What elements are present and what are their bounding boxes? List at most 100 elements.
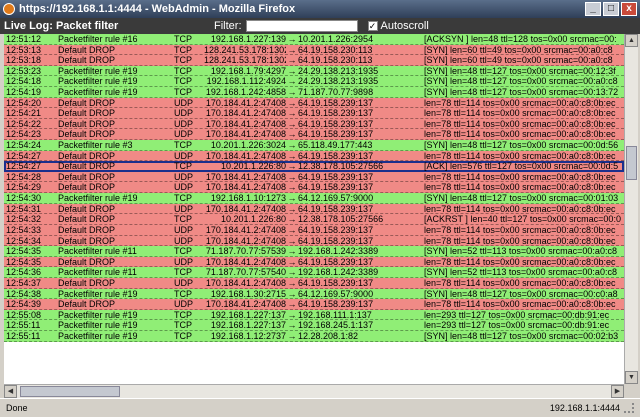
autoscroll-toggle[interactable]: ✓ Autoscroll — [367, 20, 429, 32]
log-row[interactable]: 12:54:36 Packetfilter rule #11 TCP 71.187.7… — [4, 267, 624, 278]
status-server-address: 192.168.1.1:4444 — [549, 403, 620, 413]
window-title: https://192.168.1.1:4444 - WebAdmin - Mo… — [19, 3, 296, 15]
filter-input[interactable] — [245, 20, 358, 32]
log-protocol: TCP — [174, 65, 192, 76]
log-row[interactable]: 12:53:18 Default DROP TCP 128.241.53.178:13… — [4, 55, 624, 66]
close-button[interactable]: x — [621, 2, 637, 16]
arrow-icon: → — [287, 235, 297, 246]
log-rule: Packetfilter rule #19 — [58, 330, 138, 341]
log-row[interactable]: 12:54:30 Packetfilter rule #19 TCP 192.168.… — [4, 193, 624, 204]
log-row[interactable]: 12:54:39 Default DROP UDP 170.184.41.2:4740… — [4, 299, 624, 310]
log-source: 170.184.41.2:47408 — [205, 224, 286, 235]
arrow-icon: → — [287, 193, 297, 204]
log-rule: Packetfilter rule #11 — [58, 246, 137, 257]
log-row[interactable]: 12:54:21 Default DROP UDP 170.184.41.2:4740… — [4, 108, 624, 119]
log-row[interactable]: 12:54:27 Default DROP TCP 10.201.1.226:80 → 1… — [4, 161, 624, 172]
horizontal-scrollbar[interactable]: ◀ ▶ — [4, 384, 624, 398]
log-row[interactable]: 12:54:29 Default DROP UDP 170.184.41.2:4740… — [4, 182, 624, 194]
log-row[interactable]: 12:53:13 Default DROP TCP 128.241.53.178:13… — [4, 44, 624, 56]
log-info: [SYN] len=60 ttl=49 tos=0x00 srcmac=00:a… — [424, 55, 613, 66]
log-toolbar: Live Log: Packet filter Filter: ✓ Autosc… — [0, 18, 640, 34]
log-row[interactable]: 12:54:20 Default DROP UDP 170.184.41.2:4740… — [4, 97, 624, 109]
log-row[interactable]: 12:54:38 Packetfilter rule #19 TCP 192.168.… — [4, 288, 624, 300]
log-table[interactable]: 12:51:12 Packetfilter rule #16 TCP 192.168.… — [4, 34, 624, 384]
log-row[interactable]: 12:55:11 Packetfilter rule #19 TCP 192.168.… — [4, 330, 624, 342]
arrow-icon: → — [287, 246, 297, 257]
log-row[interactable]: 12:55:11 Packetfilter rule #19 TCP 192.168.… — [4, 320, 624, 331]
scroll-up-icon[interactable]: ▲ — [625, 34, 638, 47]
minimize-button[interactable]: _ — [585, 2, 601, 16]
log-destination: 64.12.169.57:9000 — [298, 288, 374, 299]
log-time: 12:54:34 — [6, 235, 42, 246]
log-row[interactable]: 12:54:22 Default DROP UDP 170.184.41.2:4740… — [4, 118, 624, 130]
log-row[interactable]: 12:54:24 Packetfilter rule #3 TCP 10.201.1.… — [4, 140, 624, 151]
log-row[interactable]: 12:54:31 Default DROP UDP 170.184.41.2:4740… — [4, 203, 624, 215]
log-row[interactable]: 12:54:27 Default DROP UDP 170.184.41.2:4740… — [4, 150, 624, 162]
log-destination: 10.201.1.226:2954 — [298, 34, 374, 44]
log-rule: Default DROP — [58, 118, 116, 129]
log-row[interactable]: 12:54:19 Packetfilter rule #19 TCP 192.168.… — [4, 87, 624, 98]
log-row[interactable]: 12:51:12 Packetfilter rule #16 TCP 192.168.… — [4, 34, 624, 45]
log-row[interactable]: 12:53:23 Packetfilter rule #19 TCP 192.168.… — [4, 65, 624, 77]
arrow-icon: → — [287, 34, 297, 44]
log-time: 12:54:29 — [6, 182, 42, 193]
log-source: 192.168.1.227:139 — [210, 34, 286, 44]
log-time: 12:54:30 — [6, 193, 42, 204]
log-protocol: TCP — [174, 320, 192, 331]
log-protocol: UDP — [174, 108, 194, 119]
log-info: len=78 ttl=114 tos=0x00 srcmac=00:a0:c8:… — [424, 182, 616, 193]
log-destination: 64.19.158.239:137 — [298, 235, 374, 246]
log-time: 12:54:32 — [6, 214, 42, 225]
log-source: 170.184.41.2:47408 — [205, 118, 286, 129]
log-row[interactable]: 12:54:28 Default DROP UDP 170.184.41.2:4740… — [4, 171, 624, 183]
log-source: 192.168.1.10:1273 — [210, 193, 286, 204]
arrow-icon: → — [287, 224, 297, 235]
log-row[interactable]: 12:54:37 Default DROP UDP 170.184.41.2:4740… — [4, 277, 624, 289]
log-row[interactable]: 12:54:33 Default DROP UDP 170.184.41.2:4740… — [4, 224, 624, 236]
log-destination: 64.19.158.230:113 — [298, 44, 373, 55]
log-row[interactable]: 12:54:35 Packetfilter rule #11 TCP 71.187.7… — [4, 246, 624, 257]
log-row[interactable]: 12:54:18 Packetfilter rule #19 TCP 192.168.… — [4, 76, 624, 88]
vertical-scroll-thumb[interactable] — [626, 146, 637, 180]
scroll-left-icon[interactable]: ◀ — [4, 385, 17, 398]
log-row[interactable]: 12:55:08 Packetfilter rule #19 TCP 192.168.… — [4, 309, 624, 321]
log-source: 170.184.41.2:47408 — [205, 256, 286, 267]
resize-grip-icon[interactable] — [624, 403, 634, 413]
log-rule: Default DROP — [58, 150, 116, 161]
log-destination: 192.168.245.1:137 — [298, 320, 374, 331]
maximize-button[interactable]: □ — [603, 2, 619, 16]
arrow-icon: → — [287, 182, 297, 193]
autoscroll-checkbox[interactable]: ✓ — [367, 21, 378, 31]
window-titlebar: https://192.168.1.1:4444 - WebAdmin - Mo… — [0, 0, 640, 18]
log-destination: 64.19.158.239:137 — [298, 224, 374, 235]
arrow-icon: → — [287, 288, 297, 299]
scroll-down-icon[interactable]: ▼ — [625, 371, 638, 384]
log-source: 71.187.70.77:57539 — [205, 246, 286, 257]
log-source: 192.168.1.242:4858 — [205, 87, 286, 98]
log-destination: 71.187.70.77:9898 — [298, 87, 374, 98]
arrow-icon: → — [287, 118, 297, 129]
arrow-icon: → — [287, 161, 297, 172]
log-info: len=293 ttl=127 tos=0x00 srcmac=00:db:91… — [424, 320, 610, 331]
log-source: 170.184.41.2:47408 — [205, 171, 286, 182]
filter-label: Filter: — [214, 20, 242, 32]
log-row[interactable]: 12:54:32 Default DROP TCP 10.201.1.226:80 → 1… — [4, 214, 624, 225]
log-protocol: TCP — [174, 193, 192, 204]
log-rule: Packetfilter rule #11 — [58, 267, 137, 278]
log-row[interactable]: 12:54:34 Default DROP UDP 170.184.41.2:4740… — [4, 235, 624, 247]
log-protocol: TCP — [174, 34, 192, 44]
log-source: 192.168.1.79:4297 — [210, 65, 286, 76]
log-protocol: TCP — [174, 267, 192, 278]
log-destination: 64.19.158.239:137 — [298, 97, 374, 108]
log-row[interactable]: 12:54:23 Default DROP UDP 170.184.41.2:4740… — [4, 129, 624, 141]
log-destination: 24.29.138.213:1935 — [298, 65, 379, 76]
log-source: 192.168.1.30:2715 — [210, 288, 286, 299]
vertical-scrollbar[interactable]: ▲ ▼ — [624, 34, 638, 384]
log-protocol: UDP — [174, 235, 194, 246]
arrow-icon: → — [287, 267, 297, 278]
log-row[interactable]: 12:54:35 Default DROP UDP 170.184.41.2:4740… — [4, 256, 624, 268]
log-time: 12:54:23 — [6, 129, 42, 140]
horizontal-scroll-thumb[interactable] — [20, 386, 120, 397]
scroll-right-icon[interactable]: ▶ — [611, 385, 624, 398]
log-source: 71.187.70.77:57540 — [205, 267, 286, 278]
